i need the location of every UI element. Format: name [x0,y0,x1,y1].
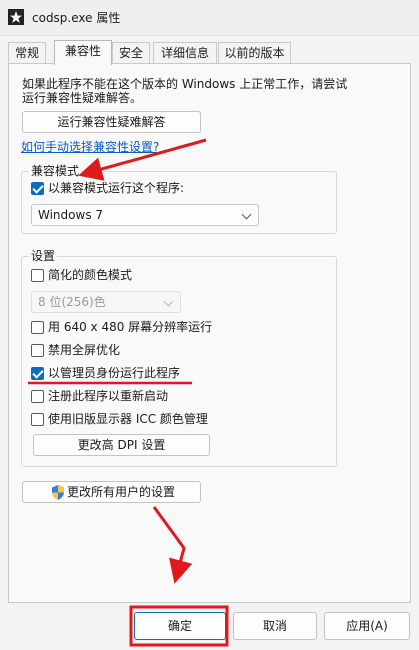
os-version-value: Windows 7 [38,208,104,222]
disable-fullscreen-checkbox[interactable] [31,344,44,357]
res-640-checkbox[interactable] [31,321,44,334]
os-version-select[interactable]: Windows 7 [31,204,259,226]
res-640-label: 用 640 x 480 屏幕分辨率运行 [48,320,213,334]
color-depth-select[interactable]: 8 位(256)色 [31,291,181,313]
chevron-down-icon [163,296,174,307]
window-title: codsp.exe 属性 [32,11,121,25]
change-dpi-button[interactable]: 更改高 DPI 设置 [33,434,210,456]
cancel-button[interactable]: 取消 [233,612,317,640]
title-bar: codsp.exe 属性 [0,0,419,36]
tab-compatibility[interactable]: 兼容性 [54,40,112,65]
register-restart-label: 注册此程序以重新启动 [48,389,169,403]
run-as-admin-label: 以管理员身份运行此程序 [48,366,181,380]
tab-previous-versions[interactable]: 以前的版本 [218,42,291,64]
legacy-icc-label: 使用旧版显示器 ICC 颜色管理 [48,412,208,426]
compat-mode-checkbox[interactable] [31,182,44,195]
compat-mode-checkbox-label: 以兼容模式运行这个程序: [48,181,185,195]
reduced-color-checkbox[interactable] [31,269,44,282]
change-all-users-button[interactable]: 更改所有用户的设置 [22,481,201,503]
disable-fullscreen-label: 禁用全屏优化 [48,343,121,357]
settings-group-label: 设置 [29,249,58,263]
tab-general[interactable]: 常规 [8,42,46,64]
change-all-users-label: 更改所有用户的设置 [67,485,176,499]
color-depth-value: 8 位(256)色 [38,295,106,309]
tab-details[interactable]: 详细信息 [153,42,217,64]
run-as-admin-checkbox[interactable] [31,367,44,380]
chevron-down-icon [241,209,252,220]
star-icon [8,9,24,25]
legacy-icc-checkbox[interactable] [31,413,44,426]
tab-security[interactable]: 安全 [112,42,150,64]
compat-mode-group-label: 兼容模式 [29,164,82,178]
intro-text-line2: 运行兼容性疑难解答。 [22,91,143,105]
apply-button[interactable]: 应用(A) [324,612,410,640]
run-troubleshooter-button[interactable]: 运行兼容性疑难解答 [22,111,201,133]
manual-settings-link[interactable]: 如何手动选择兼容性设置? [21,140,159,155]
reduced-color-label: 简化的颜色模式 [48,268,133,282]
intro-text-line1: 如果此程序不能在这个版本的 Windows 上正常工作，请尝试 [22,77,348,91]
register-restart-checkbox[interactable] [31,390,44,403]
ok-button[interactable]: 确定 [134,612,226,640]
shield-icon [52,485,64,500]
